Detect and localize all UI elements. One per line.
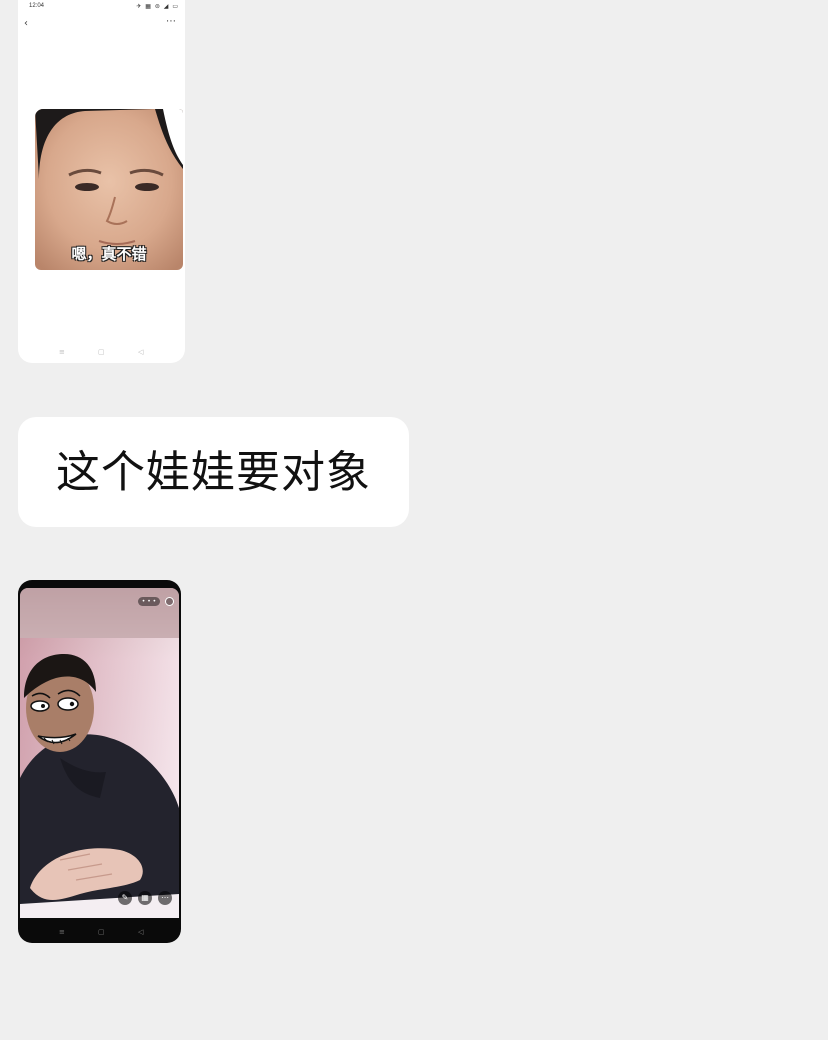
image-message-screenshot[interactable]: 12:04 ✈ ▦ ⊜ ◢ ▭ ‹ ⋯ 嗯，真不错 ≡ ▢ ◁ (18, 0, 185, 363)
status-icons: ✈ ▦ ⊜ ◢ ▭ (136, 3, 179, 10)
screenshot-top-bar: ‹ ⋯ (18, 16, 185, 34)
home-icon: ▢ (98, 928, 105, 936)
back-icon: ◁ (138, 348, 144, 356)
message-text: 这个娃娃要对象 (56, 447, 371, 498)
person-photo (20, 588, 179, 918)
more-icon: ⋯ (158, 891, 172, 905)
grid-icon: ▦ (138, 891, 152, 905)
edit-icon: ✎ (118, 891, 132, 905)
top-options-pill: • • • (138, 597, 160, 606)
sticker-caption: 嗯，真不错 (71, 245, 147, 263)
chevron-left-icon: ‹ (24, 18, 28, 29)
home-icon: ▢ (98, 348, 105, 356)
text-message-bubble[interactable]: 这个娃娃要对象 (18, 417, 409, 527)
more-icon: ⋯ (166, 16, 177, 27)
photo-screen: • • • (20, 588, 179, 918)
photo-nav-bar: ≡ ▢ ◁ (18, 927, 181, 939)
status-time: 12:04 (29, 3, 45, 9)
menu-icon: ≡ (59, 928, 65, 936)
face-sticker: 嗯，真不错 (35, 109, 183, 270)
image-message-photo[interactable]: • • • ✎ ▦ ⋯ ≡ ▢ ◁ (18, 580, 181, 943)
screenshot-nav-bar: ≡ ▢ ◁ (18, 347, 185, 359)
status-bar: 12:04 ✈ ▦ ⊜ ◢ ▭ (18, 0, 185, 14)
back-icon: ◁ (138, 928, 144, 936)
menu-icon: ≡ (59, 348, 65, 356)
settings-icon (165, 597, 174, 606)
